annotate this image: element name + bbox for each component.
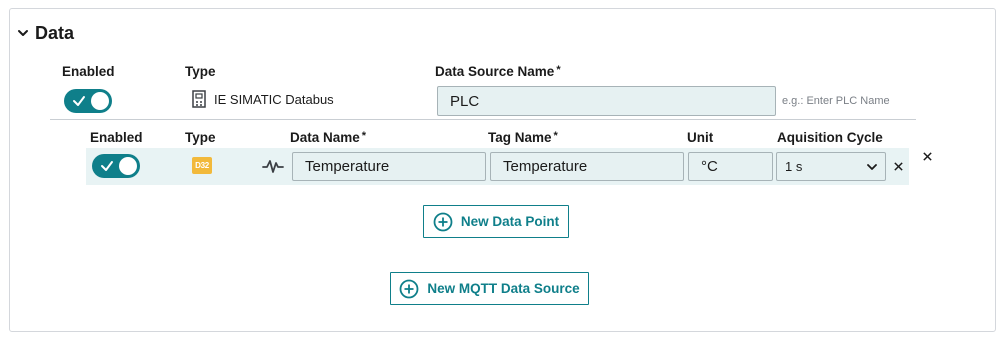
required-mark: * xyxy=(553,130,558,142)
ds-enabled-label: Enabled xyxy=(62,64,115,79)
ds-type-text: IE SIMATIC Databus xyxy=(214,91,334,107)
plc-device-icon xyxy=(192,90,206,108)
section-title: Data xyxy=(35,22,75,43)
dp-unit-input[interactable] xyxy=(688,152,773,181)
ds-type-value: IE SIMATIC Databus xyxy=(192,90,334,108)
remove-data-point-icon[interactable] xyxy=(893,161,904,172)
toggle-knob xyxy=(119,157,137,175)
plus-circle-icon xyxy=(399,279,419,298)
dp-tag-name-label: Tag Name * xyxy=(488,130,558,145)
required-mark: * xyxy=(361,130,367,142)
ds-type-label: Type xyxy=(185,64,216,79)
dp-data-name-input[interactable] xyxy=(292,152,486,181)
new-mqtt-data-source-label: New MQTT Data Source xyxy=(427,281,580,296)
new-data-point-button[interactable]: New Data Point xyxy=(423,205,569,238)
ds-name-input[interactable] xyxy=(437,86,776,116)
toggle-knob xyxy=(91,92,109,110)
chevron-down-icon xyxy=(18,30,28,36)
ds-name-label: Data Source Name * xyxy=(435,64,561,79)
dp-cycle-label: Aquisition Cycle xyxy=(777,130,883,145)
data-section-toggle[interactable]: Data xyxy=(17,20,74,46)
dp-enabled-toggle[interactable] xyxy=(92,154,140,178)
check-icon xyxy=(101,161,113,171)
new-mqtt-data-source-button[interactable]: New MQTT Data Source xyxy=(390,272,589,305)
plus-circle-icon xyxy=(433,212,453,231)
signal-pulse-icon xyxy=(262,160,284,173)
dp-cycle-value: 1 s xyxy=(785,159,803,174)
check-icon xyxy=(73,96,85,106)
chevron-down-icon xyxy=(867,163,877,170)
divider xyxy=(50,119,916,120)
d32-type-badge: D32 xyxy=(192,157,212,174)
dp-cycle-select[interactable]: 1 s xyxy=(776,152,886,181)
dp-enabled-label: Enabled xyxy=(90,130,143,145)
dp-type-label: Type xyxy=(185,130,216,145)
ds-name-hint: e.g.: Enter PLC Name xyxy=(782,95,890,107)
dp-unit-label: Unit xyxy=(687,130,714,145)
dp-tag-name-input[interactable] xyxy=(490,152,684,181)
remove-data-source-icon[interactable] xyxy=(922,151,933,162)
required-mark: * xyxy=(556,64,561,76)
dp-data-name-label: Data Name * xyxy=(290,130,367,145)
new-data-point-label: New Data Point xyxy=(460,214,560,229)
ds-enabled-toggle[interactable] xyxy=(64,89,112,113)
